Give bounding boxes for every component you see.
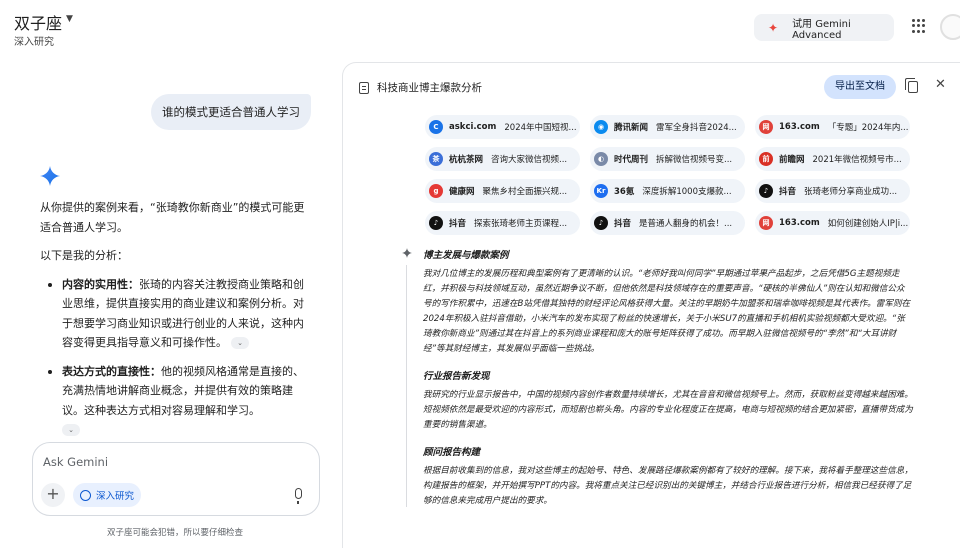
source-chip[interactable]: ♪ 抖音 张琦老师分享商业成功... bbox=[755, 179, 910, 203]
source-title: 探索张琦老师主页课程... bbox=[474, 219, 568, 229]
source-favicon-icon: ◐ bbox=[594, 152, 608, 166]
point-title: 表达方式的直接性： bbox=[62, 364, 161, 378]
source-chip[interactable]: g 健康网 聚焦乡村全面振兴规... bbox=[425, 179, 580, 203]
source-title: 是普通人翻身的机会！... bbox=[639, 219, 733, 229]
source-site: 腾讯新闻 bbox=[614, 123, 649, 133]
source-favicon-icon: ◉ bbox=[594, 120, 608, 134]
research-notes: 博主发展与爆款案例 我对几位博主的发展历程和典型案例有了更清晰的认识。“老师好我… bbox=[423, 249, 913, 522]
source-title: 2021年微信视频号市... bbox=[812, 155, 902, 165]
section-heading: 博主发展与爆款案例 bbox=[423, 250, 509, 261]
source-chip[interactable]: ♪ 抖音 是普通人翻身的机会！... bbox=[590, 211, 745, 235]
source-chip[interactable]: 网 163.com 如何创建创始人IP|i... bbox=[755, 211, 910, 235]
section-heading: 顾问报告构建 bbox=[423, 447, 481, 458]
source-favicon-icon: C bbox=[429, 120, 443, 134]
add-attachment-button[interactable]: + bbox=[41, 483, 65, 507]
source-favicon-icon: 前 bbox=[759, 152, 773, 166]
app-title[interactable]: 双子座 bbox=[14, 10, 62, 34]
try-advanced-label: 试用 Gemini Advanced bbox=[792, 18, 851, 41]
source-site: 健康网 bbox=[449, 187, 475, 197]
panel-header: 科技商业博主爆款分析 导出至文档 ✕ bbox=[343, 63, 960, 111]
mode-subtitle: 深入研究 bbox=[14, 37, 54, 48]
source-title: 如何创建创始人IP|i... bbox=[827, 219, 909, 229]
try-advanced-button[interactable]: ✦ 试用 Gemini Advanced bbox=[754, 14, 894, 41]
source-favicon-icon: Kr bbox=[594, 184, 608, 198]
panel-title: 科技商业博主爆款分析 bbox=[377, 82, 482, 94]
answer-intro: 从你提供的案例来看，“张琦教你新商业”的模式可能更适合普通人学习。 bbox=[40, 201, 305, 234]
expand-source-chip[interactable]: ⌄ bbox=[231, 337, 249, 349]
source-site: 抖音 bbox=[614, 219, 632, 229]
source-title: 「专题」2024年内... bbox=[827, 123, 909, 133]
source-title: 咨询大家微信视频... bbox=[491, 155, 568, 165]
source-site: 163.com bbox=[779, 122, 820, 132]
globe-search-icon bbox=[80, 489, 91, 501]
source-site: 抖音 bbox=[779, 187, 797, 197]
source-chip[interactable]: Caskci.com 2024年中国短视... bbox=[425, 115, 580, 139]
document-icon bbox=[359, 82, 369, 94]
source-favicon-icon: 网 bbox=[759, 216, 773, 230]
source-list: Caskci.com 2024年中国短视... ◉ 腾讯新闻 雷军全身抖音2024...… bbox=[425, 115, 911, 235]
source-favicon-icon: ♪ bbox=[759, 184, 773, 198]
model-dropdown-icon[interactable]: ▼ bbox=[66, 14, 73, 24]
composer: + 深入研究 bbox=[32, 442, 320, 516]
source-site: 抖音 bbox=[449, 219, 467, 229]
source-site: askci.com bbox=[449, 122, 497, 132]
source-title: 雷军全身抖音2024... bbox=[656, 123, 737, 133]
prompt-input[interactable] bbox=[43, 453, 283, 471]
list-item: 表达方式的直接性：他的视频风格通常是直接的、充满热情地讲解商业概念，并提供有效的… bbox=[40, 362, 312, 421]
thought-timeline bbox=[406, 265, 407, 507]
source-favicon-icon: 网 bbox=[759, 120, 773, 134]
microphone-icon[interactable] bbox=[295, 488, 302, 504]
source-chip[interactable]: ◉ 腾讯新闻 雷军全身抖音2024... bbox=[590, 115, 745, 139]
model-answer: 从你提供的案例来看，“张琦教你新商业”的模式可能更适合普通人学习。 以下是我的分… bbox=[40, 198, 312, 429]
expand-source-chip[interactable]: ⌄ bbox=[62, 424, 80, 436]
analysis-list: 内容的实用性：张琦的内容关注教授商业策略和创业思维，提供直接实用的商业建议和案例… bbox=[40, 275, 312, 421]
gemini-star-icon bbox=[402, 248, 412, 258]
source-site: 前瞻网 bbox=[779, 155, 805, 165]
deep-research-button[interactable]: 深入研究 bbox=[73, 483, 141, 507]
source-title: 2024年中国短视... bbox=[504, 123, 577, 133]
section-heading: 行业报告新发现 bbox=[423, 371, 490, 382]
source-chip[interactable]: 网 163.com 「专题」2024年内... bbox=[755, 115, 910, 139]
source-favicon-icon: 茶 bbox=[429, 152, 443, 166]
section-body: 我研究的行业显示报告中，中国的视频内容创作者数量持续增长，尤其在音音和微信视频号… bbox=[423, 390, 913, 430]
disclaimer: 双子座可能会犯错，所以要仔细检查 bbox=[106, 528, 243, 538]
copy-icon[interactable] bbox=[905, 78, 918, 93]
source-title: 聚焦乡村全面振兴规... bbox=[482, 187, 568, 197]
research-panel: 科技商业博主爆款分析 导出至文档 ✕ Caskci.com 2024年中国短视..… bbox=[342, 62, 960, 548]
source-site: 时代周刊 bbox=[614, 155, 649, 165]
source-title: 拆解微信视频号变... bbox=[656, 155, 733, 165]
source-site: 163.com bbox=[779, 218, 820, 228]
point-title: 内容的实用性： bbox=[62, 277, 139, 291]
source-favicon-icon: g bbox=[429, 184, 443, 198]
source-favicon-icon: ♪ bbox=[429, 216, 443, 230]
gemini-star-icon bbox=[40, 166, 60, 186]
export-to-docs-button[interactable]: 导出至文档 bbox=[824, 75, 896, 99]
source-chip[interactable]: ◐ 时代周刊 拆解微信视频号变... bbox=[590, 147, 745, 171]
list-item: 内容的实用性：张琦的内容关注教授商业策略和创业思维，提供直接实用的商业建议和案例… bbox=[40, 275, 312, 353]
source-site: 36氪 bbox=[614, 187, 635, 197]
source-site: 杭杭茶网 bbox=[449, 155, 484, 165]
deep-research-label: 深入研究 bbox=[96, 491, 135, 502]
close-icon[interactable]: ✕ bbox=[935, 77, 946, 92]
user-message: 谁的模式更适合普通人学习 bbox=[151, 94, 311, 130]
section-body: 根据目前收集到的信息，我对这些博主的起始号、特色、发展路径爆款案例都有了较好的理… bbox=[423, 466, 913, 506]
apps-grid-icon[interactable] bbox=[912, 19, 926, 33]
source-chip[interactable]: 前前瞻网 2021年微信视频号市... bbox=[755, 147, 910, 171]
source-chip[interactable]: ♪ 抖音 探索张琦老师主页课程... bbox=[425, 211, 580, 235]
avatar[interactable] bbox=[940, 14, 960, 40]
section-body: 我对几位博主的发展历程和典型案例有了更清晰的认识。“老师好我叫何同学”早期通过苹… bbox=[423, 269, 911, 354]
source-title: 深度拆解1000支爆款... bbox=[642, 187, 732, 197]
source-title: 张琦老师分享商业成功... bbox=[804, 187, 898, 197]
sparkle-icon: ✦ bbox=[768, 20, 779, 35]
top-bar: 双子座 ▼ 深入研究 ✦ 试用 Gemini Advanced bbox=[0, 0, 960, 56]
source-chip[interactable]: Kr 36氪 深度拆解1000支爆款... bbox=[590, 179, 745, 203]
analysis-heading: 以下是我的分析： bbox=[40, 249, 128, 262]
source-chip[interactable]: 茶杭杭茶网 咨询大家微信视频... bbox=[425, 147, 580, 171]
source-favicon-icon: ♪ bbox=[594, 216, 608, 230]
